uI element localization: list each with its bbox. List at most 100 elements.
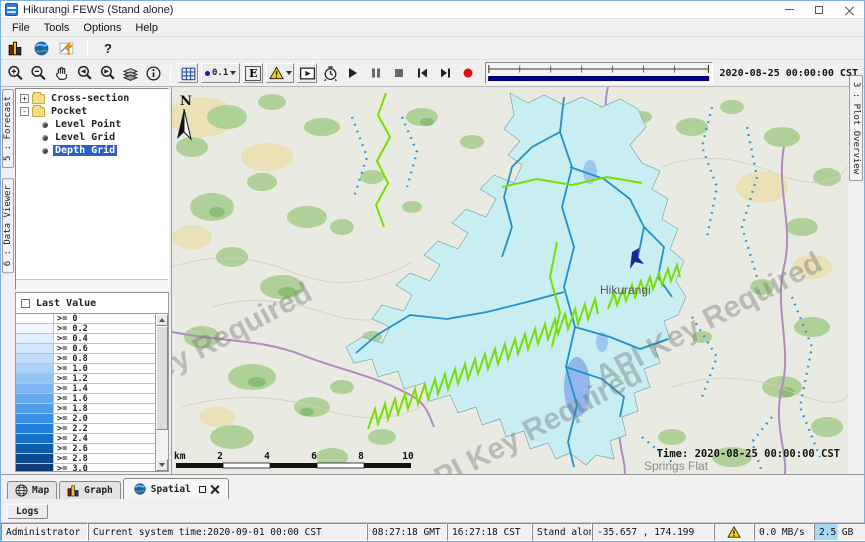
status-warning[interactable] <box>714 523 754 541</box>
step-forward-button[interactable] <box>435 63 455 83</box>
legend-swatch <box>16 394 54 403</box>
place-label: Springs Flat <box>644 459 709 473</box>
legend-swatch <box>16 404 54 413</box>
legend-row[interactable]: >= 1.8 <box>16 404 155 414</box>
pan-hand-icon <box>53 65 70 82</box>
zoom-previous-button[interactable] <box>74 63 94 83</box>
legend-row[interactable]: >= 1.6 <box>16 394 155 404</box>
stop-button[interactable] <box>389 63 409 83</box>
legend-row[interactable]: >= 2.8 <box>16 454 155 464</box>
legend-row[interactable]: >= 0.2 <box>16 324 155 334</box>
warning-icon <box>727 526 741 538</box>
scroll-up-button[interactable] <box>156 314 168 326</box>
last-value-checkbox[interactable] <box>21 299 30 308</box>
close-tab-icon[interactable] <box>211 485 219 493</box>
legend-row[interactable]: >= 2.0 <box>16 414 155 424</box>
status-bar: Administrator Current system time:2020-0… <box>1 522 864 541</box>
grid-display-button[interactable] <box>178 63 198 83</box>
tab-graph[interactable]: Graph <box>59 481 121 499</box>
wireframe-globe-icon <box>15 484 28 497</box>
tab-forecast[interactable]: 5 : Forecast <box>2 89 14 168</box>
legend-label: >= 0 <box>54 314 155 323</box>
title-bar: Hikurangi FEWS (Stand alone) <box>1 1 864 19</box>
layers-button[interactable] <box>120 63 140 83</box>
tab-spatial[interactable]: Spatial <box>123 478 229 499</box>
status-coordinates: -35.657 , 174.199 <box>592 523 714 541</box>
legend-label: >= 2.2 <box>54 424 155 433</box>
minimize-button[interactable] <box>774 1 804 18</box>
tab-map[interactable]: Map <box>7 481 57 499</box>
tree-horizontal-scrollbar[interactable] <box>16 279 168 289</box>
tab-data-viewer[interactable]: 6 : Data Viewer <box>2 178 14 273</box>
globe-icon <box>133 482 147 496</box>
legend-row[interactable]: >= 0.8 <box>16 354 155 364</box>
scroll-down-button[interactable] <box>156 459 168 471</box>
legend-row[interactable]: >= 1.4 <box>16 384 155 394</box>
legend-scrollbar[interactable] <box>155 314 168 471</box>
movie-player-button[interactable] <box>297 63 317 83</box>
collapse-icon[interactable]: - <box>20 107 29 116</box>
toolbar-separator <box>170 65 171 81</box>
legend-swatch <box>16 344 54 353</box>
timeseries-dialog-button[interactable] <box>57 38 77 58</box>
menu-tools[interactable]: Tools <box>37 21 77 35</box>
elevation-legend-button[interactable]: E <box>243 63 263 83</box>
tree-item-level-point[interactable]: Level Point <box>16 118 168 131</box>
menu-help[interactable]: Help <box>128 21 165 35</box>
tree-item-level-grid[interactable]: Level Grid <box>16 131 168 144</box>
zoom-next-button[interactable] <box>97 63 117 83</box>
play-button[interactable] <box>343 63 363 83</box>
info-button[interactable] <box>143 63 163 83</box>
close-button[interactable] <box>834 1 864 18</box>
logs-button[interactable]: Logs <box>7 504 48 519</box>
database-button[interactable] <box>5 38 25 58</box>
grid-icon <box>180 65 197 82</box>
legend-row[interactable]: >= 0.4 <box>16 334 155 344</box>
time-step-button[interactable] <box>320 63 340 83</box>
scroll-track[interactable] <box>156 326 168 459</box>
zoom-out-button[interactable] <box>28 63 48 83</box>
contour-interval-dropdown[interactable]: 0.1 <box>201 63 240 83</box>
warning-threshold-dropdown[interactable] <box>266 63 294 83</box>
expand-icon[interactable]: + <box>20 94 29 103</box>
tree-item-depth-grid[interactable]: Depth Grid <box>16 144 168 157</box>
legend-row[interactable]: >= 0 <box>16 314 155 324</box>
legend-label: >= 1.4 <box>54 384 155 393</box>
legend-row[interactable]: >= 2.4 <box>16 434 155 444</box>
zoom-in-button[interactable] <box>5 63 25 83</box>
tree-item-cross-section[interactable]: + Cross-section <box>16 92 168 105</box>
map-display-button[interactable] <box>31 38 51 58</box>
record-button[interactable] <box>458 63 478 83</box>
tab-map-label: Map <box>32 485 49 496</box>
undock-icon[interactable] <box>199 486 206 493</box>
timeline-slider[interactable] <box>485 62 712 84</box>
map-canvas[interactable]: API Key Required API Key Required API Ke… <box>171 87 848 474</box>
legend-label: >= 2.4 <box>54 434 155 443</box>
tab-plot-overview[interactable]: 3 : Plot Overview <box>849 75 863 181</box>
dot-icon <box>205 71 210 76</box>
menu-file[interactable]: File <box>5 21 37 35</box>
step-back-button[interactable] <box>412 63 432 83</box>
legend-row[interactable]: >= 1.2 <box>16 374 155 384</box>
svg-text:6: 6 <box>311 451 317 462</box>
legend-row[interactable]: >= 1.0 <box>16 364 155 374</box>
legend-label: >= 3.0 <box>54 464 155 471</box>
pause-icon <box>370 67 382 79</box>
scroll-thumb[interactable] <box>156 326 168 430</box>
maximize-button[interactable] <box>804 1 834 18</box>
legend-label: >= 2.0 <box>54 414 155 423</box>
tree-item-label: Level Grid <box>53 132 117 143</box>
menu-options[interactable]: Options <box>76 21 128 35</box>
legend-row[interactable]: >= 2.6 <box>16 444 155 454</box>
legend-row[interactable]: >= 2.2 <box>16 424 155 434</box>
tree-item-pocket[interactable]: - Pocket <box>16 105 168 118</box>
zoom-next-icon <box>99 65 116 82</box>
pause-button[interactable] <box>366 63 386 83</box>
legend-row[interactable]: >= 0.6 <box>16 344 155 354</box>
help-button[interactable]: ? <box>98 38 118 58</box>
legend-row[interactable]: >= 3.0 <box>16 464 155 471</box>
chevron-down-icon <box>286 71 292 75</box>
app-window: Hikurangi FEWS (Stand alone) File Tools … <box>0 0 865 542</box>
legend-label: >= 0.2 <box>54 324 155 333</box>
pan-button[interactable] <box>51 63 71 83</box>
